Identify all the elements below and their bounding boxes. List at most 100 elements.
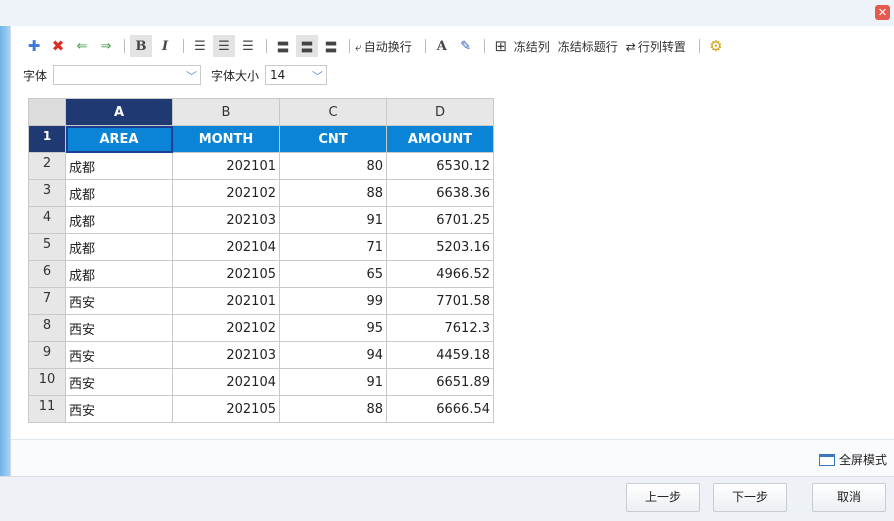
column-header-d[interactable]: D — [386, 98, 494, 126]
cell-month[interactable]: 202104 — [172, 233, 280, 261]
cell-header[interactable]: AREA — [65, 125, 173, 153]
row-number[interactable]: 3 — [28, 179, 66, 207]
cell-area[interactable]: 成都 — [65, 233, 173, 261]
cell-area[interactable]: 西安 — [65, 368, 173, 396]
chevron-down-icon: ﹀ — [186, 70, 198, 83]
cell-month[interactable]: 202101 — [172, 152, 280, 180]
cell-header[interactable]: AMOUNT — [386, 125, 494, 153]
cell-cnt[interactable]: 91 — [279, 368, 387, 396]
cell-cnt[interactable]: 80 — [279, 152, 387, 180]
cell-month[interactable]: 202103 — [172, 206, 280, 234]
cell-area[interactable]: 西安 — [65, 395, 173, 423]
arrow-left-icon[interactable]: ⇐ — [71, 35, 93, 57]
fullscreen-label: 全屏模式 — [838, 453, 887, 467]
cell-amount[interactable]: 6651.89 — [386, 368, 494, 396]
cell-month[interactable]: 202104 — [172, 368, 280, 396]
cell-month[interactable]: 202102 — [172, 314, 280, 342]
next-step-button[interactable]: 下一步 — [713, 483, 787, 512]
row-number[interactable]: 6 — [28, 260, 66, 288]
row-number[interactable]: 11 — [28, 395, 66, 423]
align-center-icon[interactable]: ☰ — [213, 35, 235, 57]
chevron-down-icon: ﹀ — [312, 70, 324, 83]
cell-amount[interactable]: 6530.12 — [386, 152, 494, 180]
cell-amount[interactable]: 6638.36 — [386, 179, 494, 207]
settings-icon[interactable]: ⚙ — [705, 35, 727, 57]
window-icon — [818, 453, 835, 466]
valign-middle-icon[interactable]: 〓 — [296, 35, 318, 57]
cell-cnt[interactable]: 99 — [279, 287, 387, 315]
cell-area[interactable]: 成都 — [65, 206, 173, 234]
column-header-c[interactable]: C — [279, 98, 387, 126]
font-size-select[interactable]: 14 ﹀ — [265, 65, 328, 85]
cell-month[interactable]: 202101 — [172, 287, 280, 315]
cell-area[interactable]: 西安 — [65, 341, 173, 369]
format-toolbar: ✚ ✖ ⇐ ⇒ B I ☰ ☰ ☰ 〓 〓 〓 ⤶ 自动换行 A ✎ ⊞ 冻结列 … — [23, 34, 729, 58]
close-icon[interactable]: ✕ — [875, 5, 890, 20]
add-icon[interactable]: ✚ — [23, 35, 45, 57]
font-toolbar: 字体 ﹀ 字体大小 14 ﹀ — [23, 64, 328, 86]
cell-cnt[interactable]: 88 — [279, 395, 387, 423]
table-row: 8 西安 202102 95 7612.3 — [28, 314, 494, 342]
column-header-row: A B C D — [28, 98, 494, 126]
column-header-b[interactable]: B — [172, 98, 280, 126]
cell-area[interactable]: 成都 — [65, 179, 173, 207]
font-select[interactable]: ﹀ — [53, 65, 202, 85]
align-left-icon[interactable]: ☰ — [189, 35, 211, 57]
cell-month[interactable]: 202103 — [172, 341, 280, 369]
left-accent-stripe — [0, 26, 10, 476]
wrap-text-button[interactable]: ⤶ 自动换行 — [355, 38, 412, 55]
cell-amount[interactable]: 5203.16 — [386, 233, 494, 261]
font-label: 字体 — [23, 68, 48, 83]
font-size-value: 14 — [270, 68, 286, 82]
row-number[interactable]: 1 — [28, 125, 66, 153]
arrow-right-icon[interactable]: ⇒ — [95, 35, 117, 57]
cell-area[interactable]: 成都 — [65, 152, 173, 180]
row-number[interactable]: 5 — [28, 233, 66, 261]
cell-cnt[interactable]: 94 — [279, 341, 387, 369]
freeze-title-row-button[interactable]: 冻结标题行 — [558, 38, 618, 55]
border-icon[interactable]: ⊞ — [490, 35, 512, 57]
cell-area[interactable]: 西安 — [65, 314, 173, 342]
cell-amount[interactable]: 7701.58 — [386, 287, 494, 315]
cell-month[interactable]: 202102 — [172, 179, 280, 207]
cell-amount[interactable]: 4459.18 — [386, 341, 494, 369]
valign-top-icon[interactable]: 〓 — [272, 35, 294, 57]
valign-bottom-icon[interactable]: 〓 — [320, 35, 342, 57]
cell-amount[interactable]: 7612.3 — [386, 314, 494, 342]
delete-icon[interactable]: ✖ — [47, 35, 69, 57]
cell-cnt[interactable]: 91 — [279, 206, 387, 234]
align-right-icon[interactable]: ☰ — [237, 35, 259, 57]
cell-month[interactable]: 202105 — [172, 260, 280, 288]
bold-button[interactable]: B — [130, 35, 152, 57]
italic-button[interactable]: I — [154, 35, 176, 57]
prev-step-button[interactable]: 上一步 — [626, 483, 700, 512]
font-color-button[interactable]: A — [431, 35, 453, 57]
row-number[interactable]: 7 — [28, 287, 66, 315]
highlight-icon[interactable]: ✎ — [455, 35, 477, 57]
row-number[interactable]: 10 — [28, 368, 66, 396]
cell-cnt[interactable]: 95 — [279, 314, 387, 342]
cell-cnt[interactable]: 71 — [279, 233, 387, 261]
cancel-button[interactable]: 取消 — [812, 483, 886, 512]
cell-cnt[interactable]: 88 — [279, 179, 387, 207]
cell-header[interactable]: CNT — [279, 125, 387, 153]
cell-area[interactable]: 成都 — [65, 260, 173, 288]
cell-amount[interactable]: 6701.25 — [386, 206, 494, 234]
cell-area[interactable]: 西安 — [65, 287, 173, 315]
cell-amount[interactable]: 4966.52 — [386, 260, 494, 288]
row-number[interactable]: 8 — [28, 314, 66, 342]
row-number[interactable]: 9 — [28, 341, 66, 369]
transpose-button[interactable]: ⇄ 行列转置 — [626, 38, 686, 55]
cell-amount[interactable]: 6666.54 — [386, 395, 494, 423]
transpose-icon: ⇄ — [625, 39, 636, 54]
column-header-a[interactable]: A — [65, 98, 173, 126]
freeze-column-button[interactable]: 冻结列 — [514, 38, 550, 55]
cell-cnt[interactable]: 65 — [279, 260, 387, 288]
font-size-label: 字体大小 — [211, 68, 260, 83]
row-number[interactable]: 4 — [28, 206, 66, 234]
fullscreen-toggle[interactable]: 全屏模式 — [818, 451, 887, 468]
cell-month[interactable]: 202105 — [172, 395, 280, 423]
row-number[interactable]: 2 — [28, 152, 66, 180]
corner-cell[interactable] — [28, 98, 66, 126]
cell-header[interactable]: MONTH — [172, 125, 280, 153]
